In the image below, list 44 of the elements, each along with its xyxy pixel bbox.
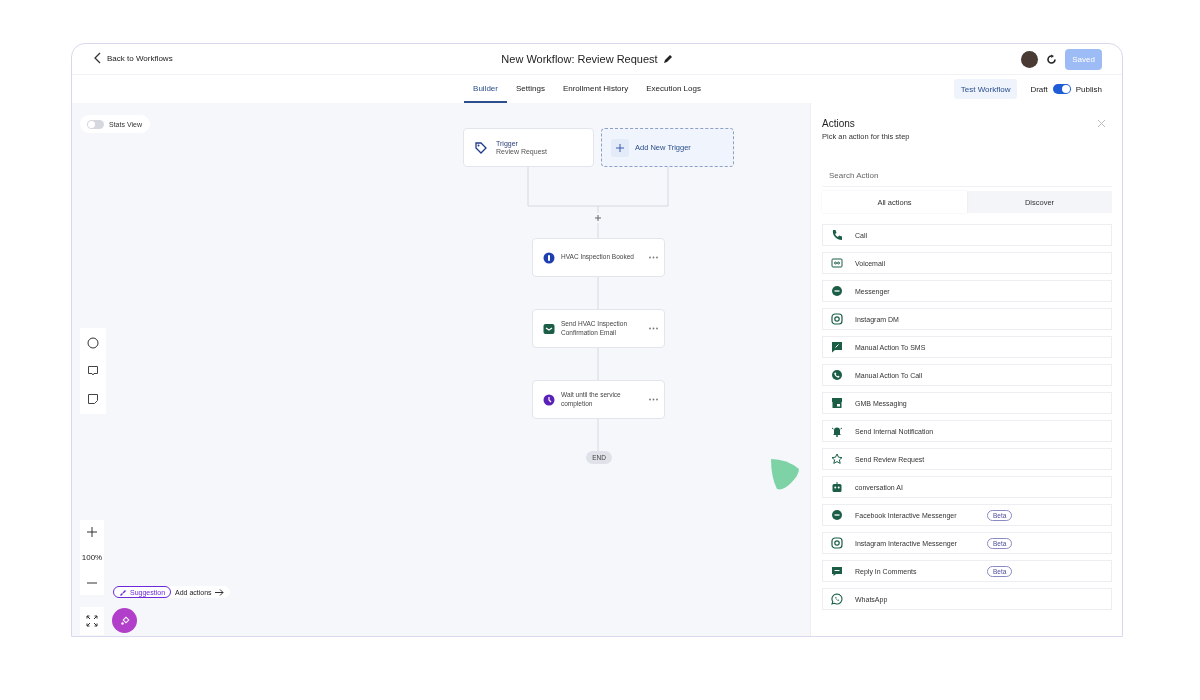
more-icon[interactable] [649,327,658,330]
wand-icon [119,588,127,596]
robot-icon [831,481,843,493]
draft-label: Draft [1030,84,1048,94]
refresh-icon[interactable] [1046,53,1057,65]
camera-icon [831,313,843,325]
chat-bubble-icon [831,285,843,297]
tag-icon [474,140,488,155]
camera-icon [831,537,843,549]
back-chevron-icon [94,52,102,64]
sparkle-icon [119,615,130,626]
phone-circle-icon [831,369,843,381]
tab[interactable]: Enrollment History [553,75,638,103]
tab[interactable]: Settings [506,75,554,103]
circle-icon[interactable] [87,337,99,349]
workflow-title: New Workflow: Review Request [501,53,658,65]
more-icon[interactable] [649,398,658,401]
test-workflow-button[interactable]: Test Workflow [953,79,1018,99]
comment-icon[interactable] [87,365,99,377]
panel-title: Actions [822,118,856,129]
fit-view-button[interactable] [80,607,104,635]
star-icon [831,453,843,465]
publish-label: Publish [1075,84,1102,94]
publish-toggle[interactable] [1052,84,1071,94]
zoom-level: 100% [81,553,103,562]
tab[interactable]: Execution Logs [637,75,710,103]
note-icon[interactable] [87,393,99,405]
message-icon [831,341,843,353]
phone-icon [831,229,843,241]
expand-icon [86,615,98,627]
whatsapp-icon [831,593,843,605]
comment-icon [831,565,843,577]
storefront-icon [831,397,843,409]
plus-icon [611,138,629,157]
arrow-icon [214,588,224,596]
edit-icon[interactable] [662,54,673,64]
chat-bubble-icon [831,509,843,521]
assistant-button[interactable] [112,608,137,633]
bell-icon [831,425,843,437]
voicemail-icon [831,257,843,269]
back-link[interactable]: Back to Workflows [94,52,173,64]
zoom-in-icon[interactable] [86,526,98,538]
avatar[interactable] [1021,50,1038,68]
more-icon[interactable] [649,256,658,259]
